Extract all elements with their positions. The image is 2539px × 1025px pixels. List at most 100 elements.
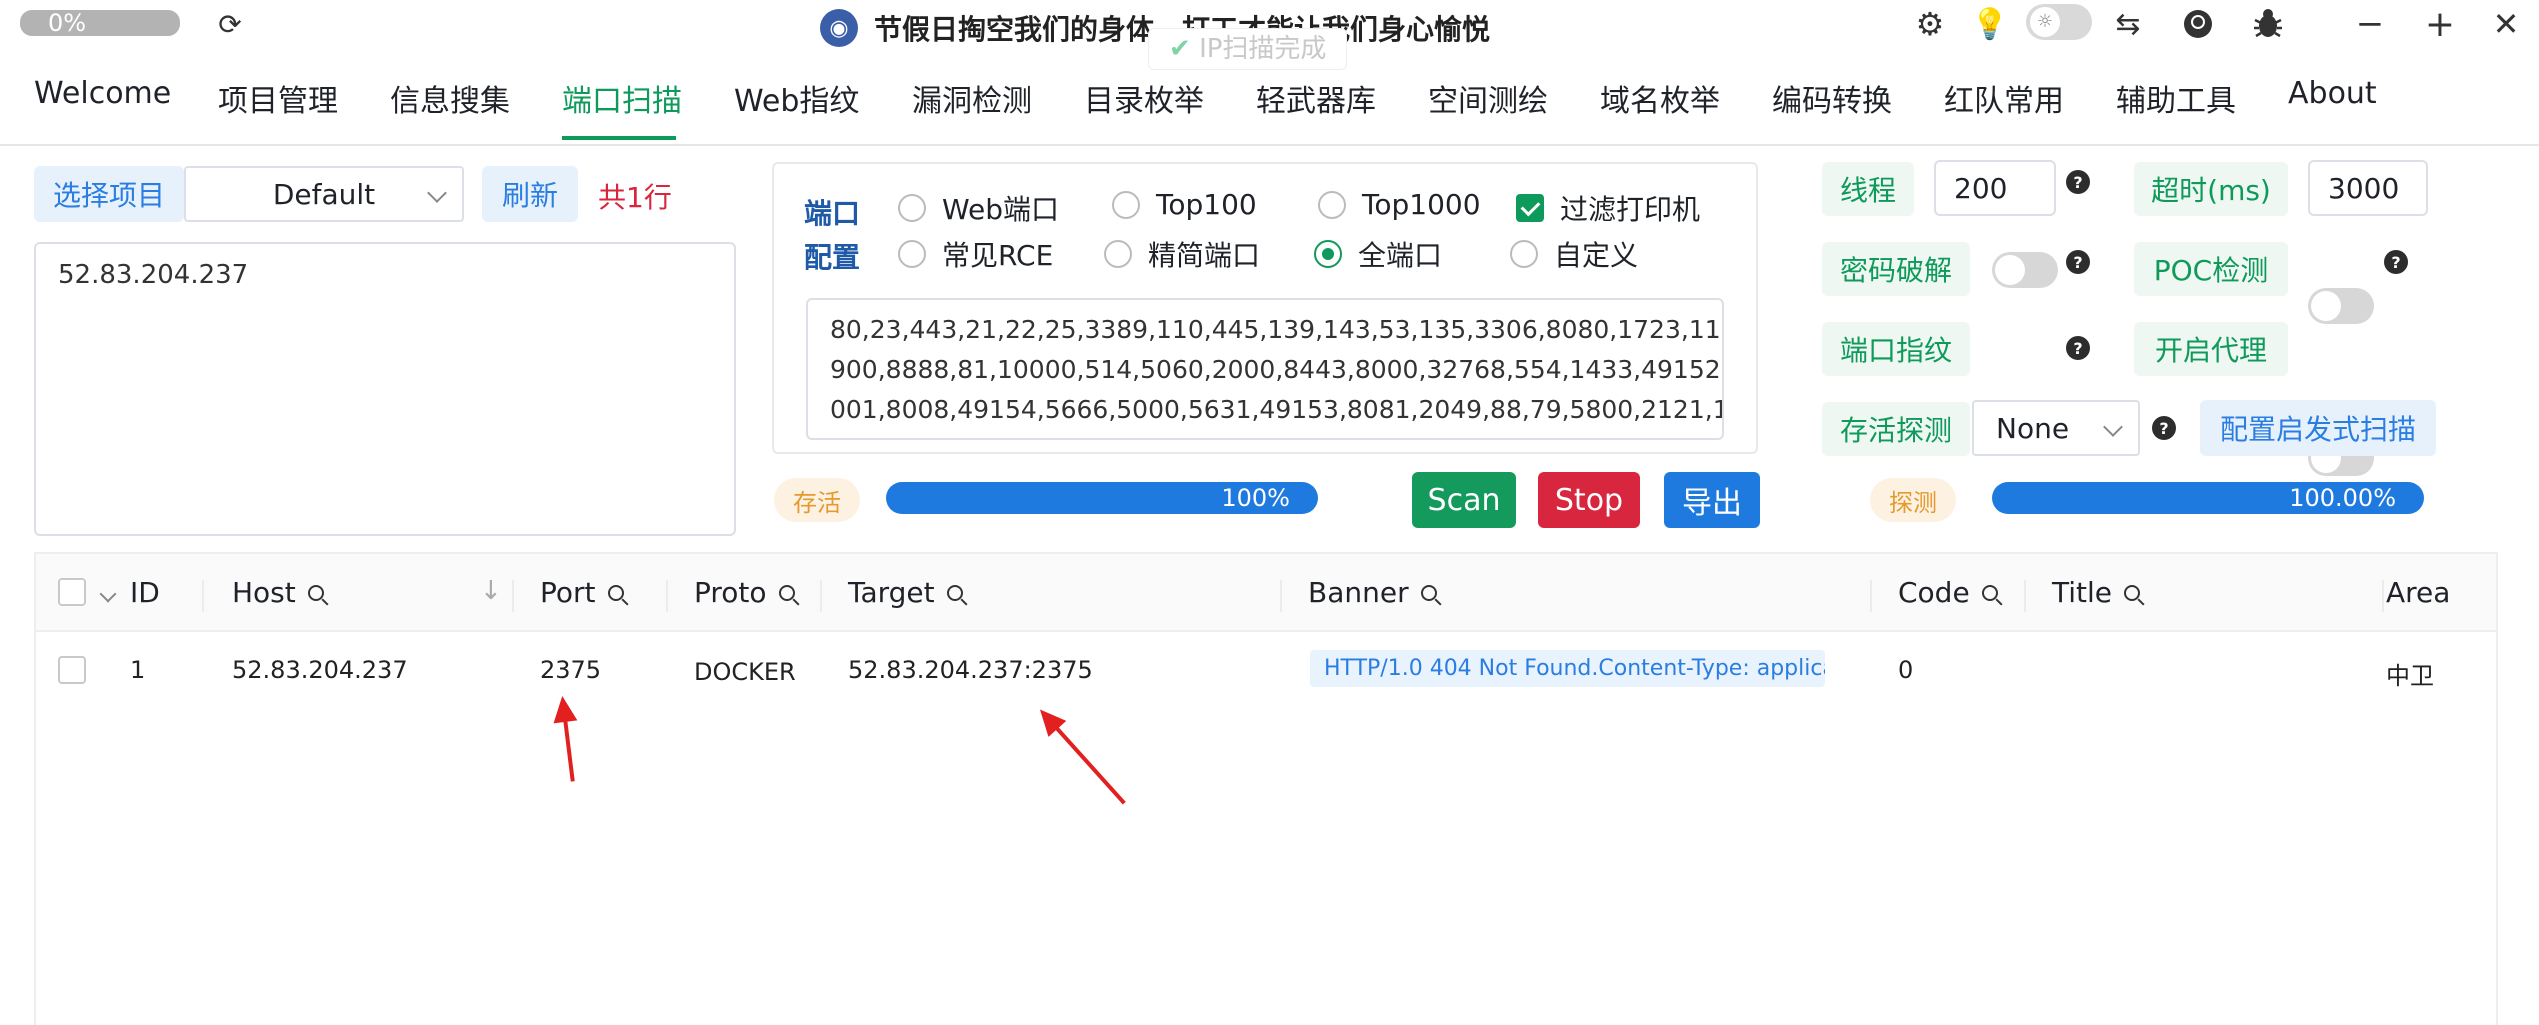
theme-toggle[interactable]: ☼ — [2026, 4, 2092, 40]
column-port-label: Port — [540, 576, 596, 609]
lightbulb-icon[interactable]: 💡 — [1970, 4, 2010, 44]
radio-lite-ports[interactable]: 精简端口 — [1104, 234, 1260, 274]
column-proto[interactable]: Proto — [694, 576, 795, 609]
radio-label: 自定义 — [1554, 239, 1639, 272]
banner-tag[interactable]: HTTP/1.0 404 Not Found.Content-Type: app… — [1310, 650, 1825, 687]
port-list-input[interactable]: 80,23,443,21,22,25,3389,110,445,139,143,… — [806, 298, 1724, 440]
tab-encode[interactable]: 编码转换 — [1772, 76, 1892, 120]
search-icon[interactable] — [307, 584, 324, 601]
alive-detect-select[interactable]: None — [1972, 400, 2140, 456]
search-icon[interactable] — [2124, 584, 2141, 601]
chevron-down-icon — [2103, 417, 2123, 437]
column-port[interactable]: Port — [540, 576, 624, 609]
search-icon[interactable] — [1420, 584, 1437, 601]
tab-arsenal[interactable]: 轻武器库 — [1256, 76, 1376, 120]
project-select[interactable]: Default — [184, 166, 464, 222]
search-icon[interactable] — [778, 584, 795, 601]
sun-icon: ☼ — [2030, 7, 2060, 37]
bug-icon[interactable] — [2248, 4, 2288, 44]
radio-label: 常见RCE — [942, 239, 1054, 272]
port-fingerprint-label: 端口指纹 — [1822, 322, 1970, 376]
minimize-icon[interactable]: − — [2350, 4, 2390, 44]
password-crack-label: 密码破解 — [1822, 242, 1970, 296]
column-area-label: Area — [2386, 576, 2451, 609]
column-host[interactable]: Host — [232, 576, 324, 609]
radio-label: Top100 — [1156, 188, 1257, 221]
row-count: 共1行 — [598, 181, 672, 214]
radio-common-rce[interactable]: 常见RCE — [898, 234, 1053, 274]
password-help-icon[interactable]: ? — [2066, 250, 2090, 274]
target-input[interactable]: 52.83.204.237 — [34, 242, 736, 536]
tab-about[interactable]: About — [2288, 76, 2377, 111]
checkbox-checked-icon — [1516, 194, 1544, 222]
tab-port-scan[interactable]: 端口扫描 — [562, 76, 682, 120]
settings-gear-icon[interactable]: ⚙ — [1910, 4, 1950, 44]
github-icon[interactable] — [2178, 4, 2218, 44]
select-all-checkbox[interactable] — [58, 578, 86, 606]
close-icon[interactable]: ✕ — [2486, 4, 2526, 44]
tab-web-fingerprint[interactable]: Web指纹 — [734, 76, 859, 120]
sort-arrow-icon[interactable]: ↓ — [480, 576, 502, 606]
table-row[interactable]: 1 52.83.204.237 2375 DOCKER 52.83.204.23… — [36, 630, 2496, 710]
tab-redteam[interactable]: 红队常用 — [1944, 76, 2064, 120]
tab-welcome[interactable]: Welcome — [34, 76, 171, 111]
filter-printer-checkbox[interactable]: 过滤打印机 — [1516, 188, 1700, 228]
refresh-button[interactable]: 刷新 — [482, 166, 578, 222]
maximize-icon[interactable]: + — [2420, 4, 2460, 45]
cell-banner: HTTP/1.0 404 Not Found.Content-Type: app… — [1310, 650, 1825, 687]
port-list-line: 900,8888,81,10000,514,5060,2000,8443,800… — [830, 355, 1724, 384]
tab-domain[interactable]: 域名枚举 — [1600, 76, 1720, 120]
probe-tag: 探测 — [1870, 478, 1956, 522]
column-code-label: Code — [1898, 576, 1970, 609]
alive-progress-bar: 100% — [886, 482, 1318, 514]
search-icon[interactable] — [607, 584, 624, 601]
sync-icon[interactable]: ⇆ — [2108, 4, 2148, 44]
config-label: 配置 — [804, 241, 861, 274]
stop-button[interactable]: Stop — [1538, 472, 1640, 528]
row-checkbox[interactable] — [58, 656, 86, 684]
poc-help-icon[interactable]: ? — [2384, 250, 2408, 274]
fingerprint-help-icon[interactable]: ? — [2066, 336, 2090, 360]
radio-web-ports[interactable]: Web端口 — [898, 188, 1059, 228]
heuristic-scan-button[interactable]: 配置启发式扫描 — [2200, 400, 2436, 456]
column-target-label: Target — [848, 576, 935, 609]
column-banner[interactable]: Banner — [1308, 576, 1437, 609]
radio-all-ports[interactable]: 全端口 — [1314, 234, 1442, 274]
reload-icon[interactable]: ⟳ — [214, 8, 246, 41]
search-icon[interactable] — [1981, 584, 1998, 601]
radio-circle — [1112, 190, 1140, 219]
radio-top1000[interactable]: Top1000 — [1318, 188, 1481, 221]
alive-detect-help-icon[interactable]: ? — [2152, 416, 2176, 440]
column-code[interactable]: Code — [1898, 576, 1998, 609]
password-crack-switch[interactable] — [1992, 252, 2058, 288]
column-area[interactable]: Area — [2386, 576, 2450, 609]
column-target[interactable]: Target — [848, 576, 963, 609]
export-button[interactable]: 导出 — [1664, 472, 1760, 528]
timeout-input[interactable]: 3000 — [2308, 160, 2428, 216]
tab-mapping[interactable]: 空间测绘 — [1428, 76, 1548, 120]
tab-vuln[interactable]: 漏洞检测 — [912, 76, 1032, 120]
radio-circle — [1104, 240, 1132, 268]
threads-input[interactable]: 200 — [1934, 160, 2056, 216]
tab-info[interactable]: 信息搜集 — [390, 76, 510, 120]
poc-switch[interactable] — [2308, 288, 2374, 324]
tab-tools[interactable]: 辅助工具 — [2116, 76, 2236, 120]
tab-dir[interactable]: 目录枚举 — [1084, 76, 1204, 120]
alive-progress-text: 100% — [1221, 484, 1290, 512]
probe-progress-text: 100.00% — [2289, 484, 2396, 512]
threads-help-icon[interactable]: ? — [2066, 170, 2090, 194]
column-id[interactable]: ID — [130, 576, 160, 609]
chevron-down-icon[interactable] — [99, 585, 117, 603]
port-list-line: 80,23,443,21,22,25,3389,110,445,139,143,… — [830, 315, 1724, 344]
radio-label: Web端口 — [942, 193, 1060, 226]
scan-button[interactable]: Scan — [1412, 472, 1516, 528]
app-logo-icon: ◉ — [820, 9, 858, 47]
tab-project[interactable]: 项目管理 — [218, 76, 338, 120]
select-project-button[interactable]: 选择项目 — [34, 166, 184, 222]
radio-custom[interactable]: 自定义 — [1510, 234, 1638, 274]
top-progress-text: 0% — [48, 9, 87, 37]
column-title[interactable]: Title — [2052, 576, 2141, 609]
search-icon[interactable] — [946, 584, 963, 601]
radio-top100[interactable]: Top100 — [1112, 188, 1257, 221]
port-config-panel: 端口 配置 Web端口 Top100 Top1000 过滤打印机 常见RCE 精… — [772, 162, 1758, 454]
